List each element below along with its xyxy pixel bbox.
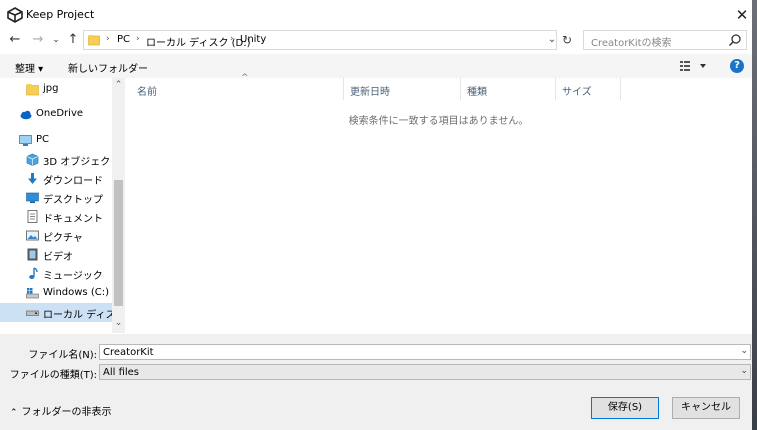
pictures-icon	[26, 230, 39, 241]
close-button[interactable]: ✕	[730, 4, 754, 26]
command-bar: 整理 ▾ 新しいフォルダー ?	[0, 54, 757, 78]
sidebar-item-label: デスクトップ	[43, 195, 103, 206]
column-header-label: 種類	[467, 87, 487, 98]
column-header-label: 名前	[137, 87, 157, 98]
3d-objects-icon	[26, 153, 39, 166]
sidebar-item-videos[interactable]: ビデオ	[0, 245, 112, 264]
navigation-pane[interactable]: jpg OneDrive PC 3D オブジェクト ダウンロード デスクトップ …	[0, 78, 125, 333]
forward-button[interactable]: →	[29, 31, 47, 49]
scrollbar-thumb[interactable]	[114, 180, 123, 306]
column-header-label: 更新日時	[350, 87, 390, 98]
search-placeholder: CreatorKitの検索	[591, 38, 672, 49]
sidebar-item-label: ピクチャ	[43, 233, 83, 244]
address-dropdown-button[interactable]: ⌄	[546, 30, 558, 50]
view-options-icon[interactable]	[679, 59, 709, 73]
sidebar-item-pictures[interactable]: ピクチャ	[0, 226, 112, 245]
filename-value: CreatorKit	[103, 347, 154, 358]
search-icon	[728, 34, 741, 47]
music-icon	[29, 267, 38, 279]
cancel-button[interactable]: キャンセル	[672, 397, 740, 419]
sidebar-item-windows-c[interactable]: Windows (C:)	[0, 284, 112, 303]
filename-label: ファイル名(N):	[28, 350, 97, 361]
breadcrumb-local-disk[interactable]: ローカル ディスク (D:)	[146, 34, 251, 49]
chevron-down-icon[interactable]: ⌄	[740, 366, 748, 376]
navigation-scrollbar[interactable]: ⌃ ⌄	[112, 78, 125, 333]
filetype-value: All files	[103, 367, 140, 378]
window-title: Keep Project	[26, 8, 95, 21]
sidebar-item-documents[interactable]: ドキュメント	[0, 207, 112, 226]
scroll-up-arrow-icon[interactable]: ⌃	[112, 80, 125, 90]
search-input[interactable]: CreatorKitの検索	[583, 30, 747, 50]
download-icon	[28, 173, 37, 184]
folder-icon	[88, 35, 100, 46]
filename-field[interactable]: CreatorKit ⌄	[99, 344, 751, 360]
breadcrumb-separator: ›	[136, 34, 140, 44]
sidebar-item-label: jpg	[43, 83, 59, 94]
column-header-name[interactable]: 名前 ^	[131, 73, 344, 100]
column-header-label: サイズ	[562, 87, 592, 98]
refresh-button[interactable]: ↻	[559, 30, 575, 50]
file-list[interactable]: 名前 ^ 更新日時 種類 サイズ 検索条件に一致する項目はありません。	[125, 73, 752, 333]
document-icon	[27, 210, 38, 223]
organize-button[interactable]: 整理 ▾	[15, 60, 43, 75]
pc-icon	[19, 135, 32, 146]
sidebar-item-pc[interactable]: PC	[0, 131, 112, 150]
column-header-type[interactable]: 種類	[461, 78, 556, 100]
hide-folders-label: フォルダーの非表示	[21, 407, 112, 418]
windows-drive-icon	[26, 288, 39, 299]
address-bar[interactable]: › PC › ローカル ディスク (D:) › Unity	[83, 30, 557, 50]
window-edge	[752, 0, 757, 430]
filetype-label: ファイルの種類(T):	[9, 370, 97, 381]
column-header-size[interactable]: サイズ	[556, 78, 621, 100]
desktop-icon	[26, 192, 39, 203]
back-button[interactable]: ←	[6, 31, 24, 49]
sidebar-item-jpg[interactable]: jpg	[0, 80, 112, 99]
sidebar-item-onedrive[interactable]: OneDrive	[0, 105, 112, 124]
sidebar-item-music[interactable]: ミュージック	[0, 264, 112, 283]
save-button[interactable]: 保存(S)	[591, 397, 659, 419]
sidebar-item-label: PC	[36, 134, 50, 145]
column-header-modified[interactable]: 更新日時	[344, 78, 461, 100]
local-disk-icon	[26, 310, 39, 316]
sidebar-item-label: ドキュメント	[43, 214, 103, 225]
cloud-icon	[20, 110, 32, 120]
sidebar-item-label: ミュージック	[43, 271, 103, 282]
filetype-select[interactable]: All files ⌄	[99, 364, 751, 380]
breadcrumb-unity[interactable]: Unity	[240, 34, 266, 45]
sort-ascending-icon: ^	[241, 73, 249, 83]
sidebar-item-3d-objects[interactable]: 3D オブジェクト	[0, 150, 120, 169]
folder-icon	[26, 84, 39, 96]
breadcrumb-pc[interactable]: PC	[117, 34, 130, 45]
sidebar-item-label: OneDrive	[36, 108, 84, 119]
sidebar-item-desktop[interactable]: デスクトップ	[0, 188, 112, 207]
sidebar-item-label: 3D オブジェクト	[43, 157, 121, 168]
sidebar-item-label: ビデオ	[43, 252, 73, 263]
up-button[interactable]: ↑	[64, 31, 82, 49]
chevron-down-icon[interactable]: ⌄	[740, 346, 748, 356]
sidebar-item-local-disk-d[interactable]: ローカル ディスク (D	[0, 303, 125, 322]
scroll-down-arrow-icon[interactable]: ⌄	[112, 318, 125, 328]
breadcrumb-separator: ›	[106, 34, 110, 44]
empty-list-message: 検索条件に一致する項目はありません。	[348, 116, 529, 127]
chevron-up-icon: ⌃	[10, 408, 18, 418]
sidebar-item-downloads[interactable]: ダウンロード	[0, 169, 112, 188]
breadcrumb-separator: ›	[230, 34, 234, 44]
video-icon	[27, 248, 38, 261]
recent-locations-button[interactable]: ⌄	[47, 31, 65, 49]
unity-logo-icon	[7, 7, 23, 23]
title-bar: Keep Project ✕	[0, 0, 757, 30]
sidebar-item-label: Windows (C:)	[43, 287, 109, 298]
new-folder-button[interactable]: 新しいフォルダー	[68, 60, 148, 75]
hide-folders-toggle[interactable]: ⌃ フォルダーの非表示	[10, 403, 112, 418]
help-button[interactable]: ?	[730, 59, 744, 73]
sidebar-item-label: ダウンロード	[43, 176, 103, 187]
dialog-footer: ファイル名(N): CreatorKit ⌄ ファイルの種類(T): All f…	[0, 334, 757, 430]
